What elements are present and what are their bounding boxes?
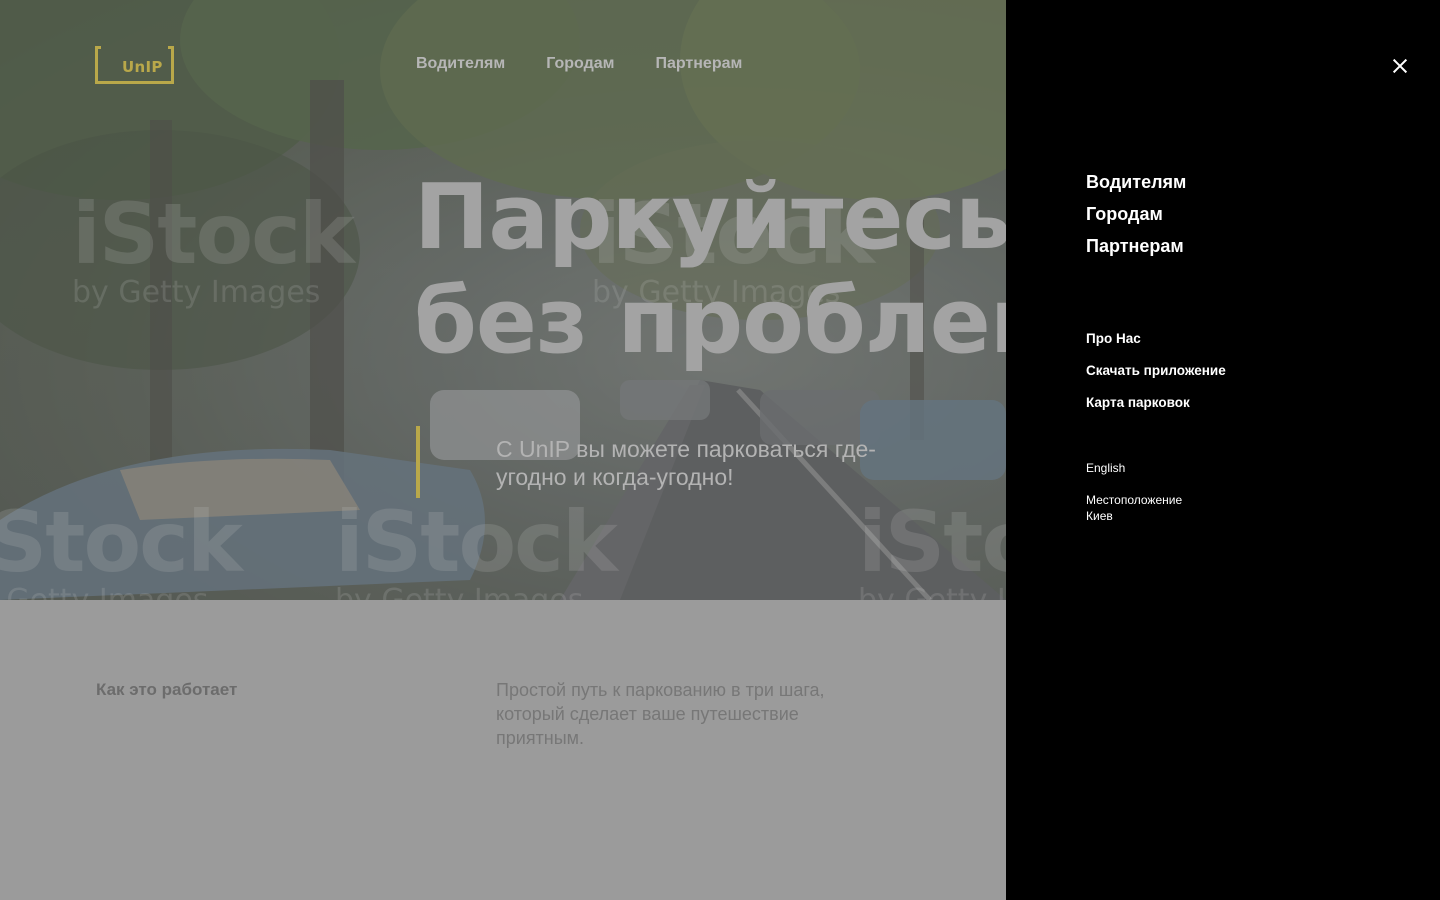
hero-headline: Паркуйтесь без проблем	[414, 166, 1006, 374]
nav-link-partners[interactable]: Партнерам	[655, 55, 742, 73]
location-value: Киев	[1086, 509, 1113, 523]
how-it-works-text: Простой путь к паркованию в три шага, ко…	[496, 680, 825, 748]
language-switch[interactable]: English	[1086, 460, 1125, 476]
how-it-works-section	[0, 600, 1006, 900]
location-selector[interactable]: Местоположение Киев	[1086, 492, 1182, 524]
page: iStock by Getty Images iStock by Getty I…	[0, 0, 1440, 900]
hero-subtitle: С UnIP вы можете парковаться где-угодно …	[496, 436, 876, 490]
location-label: Местоположение	[1086, 493, 1183, 507]
hero-headline-line1: Паркуйтесь	[414, 165, 1006, 270]
top-nav: Водителям Городам Партнерам	[416, 55, 742, 73]
side-menu: Водителям Городам Партнерам Про Нас Скач…	[1006, 0, 1440, 900]
side-menu-item-parking-map[interactable]: Карта парковок	[1086, 393, 1226, 425]
how-it-works-title: Как это работает	[96, 680, 238, 699]
hero-headline-line2: без проблем	[414, 269, 1006, 374]
side-menu-item-partners[interactable]: Партнерам	[1086, 230, 1186, 262]
side-menu-main: Водителям Городам Партнерам	[1086, 166, 1186, 262]
side-menu-item-cities[interactable]: Городам	[1086, 198, 1186, 230]
hero-section: iStock by Getty Images iStock by Getty I…	[0, 0, 1006, 600]
close-icon[interactable]	[1388, 54, 1412, 78]
side-menu-item-download-app[interactable]: Скачать приложение	[1086, 361, 1226, 393]
side-menu-item-drivers[interactable]: Водителям	[1086, 166, 1186, 198]
side-menu-secondary: Про Нас Скачать приложение Карта парково…	[1086, 329, 1226, 425]
side-menu-item-about[interactable]: Про Нас	[1086, 329, 1226, 361]
nav-link-drivers[interactable]: Водителям	[416, 55, 505, 73]
logo-text: UnIP	[122, 58, 163, 76]
nav-link-cities[interactable]: Городам	[546, 55, 614, 73]
accent-bar	[416, 426, 420, 498]
